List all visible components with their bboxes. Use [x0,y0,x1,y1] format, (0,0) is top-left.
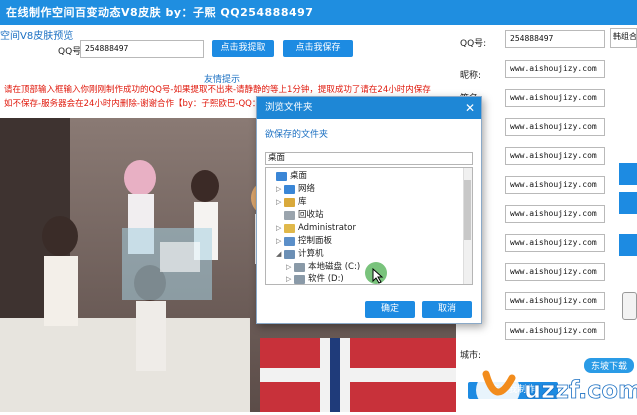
uzzf-watermark-logo: uzzf.com 东坡下载 [468,352,637,412]
url-field-5[interactable]: www.aishoujizy.com [505,176,605,194]
user-folder-icon [284,223,295,233]
tree-item-network[interactable]: ▷ 网络 [276,183,315,195]
tree-item-computer[interactable]: ◢ 计算机 [276,248,324,260]
tree-item-drive-d[interactable]: ▷ 软件 (D:) [286,273,344,284]
url-field-1[interactable]: www.aishoujizy.com [505,60,605,78]
dialog-titlebar: 浏览文件夹 ✕ [257,97,481,119]
tree-scrollbar[interactable] [463,168,472,284]
close-icon[interactable]: ✕ [465,97,475,119]
url-field-6[interactable]: www.aishoujizy.com [505,205,605,223]
qq-input[interactable]: 254888497 [80,40,204,58]
dialog-title: 浏览文件夹 [265,102,313,113]
skin-preview-link[interactable]: 空间V8皮肤预览 [0,27,73,42]
side-action-button-3[interactable] [619,234,637,256]
tree-item-recycle-bin[interactable]: 回收站 [276,209,324,221]
ok-button[interactable]: 确定 [365,301,415,318]
save-button[interactable]: 点击我保存 [283,40,353,57]
recycle-bin-icon [284,210,295,220]
tree-item-administrator[interactable]: ▷ Administrator [276,222,356,234]
region-select[interactable]: 韩组合 [610,28,637,48]
computer-icon [284,249,295,259]
url-field-9[interactable]: www.aishoujizy.com [505,292,605,310]
url-field-4[interactable]: www.aishoujizy.com [505,147,605,165]
right-qq-label: QQ号: [460,39,487,49]
window-title: 在线制作空间百变动态V8皮肤 by：子熙 QQ254888497 [0,0,637,25]
mouse-cursor-icon [372,268,384,284]
url-field-8[interactable]: www.aishoujizy.com [505,263,605,281]
app-badge-icon [622,292,637,320]
dialog-prompt: 欲保存的文件夹 [265,130,329,140]
tree-item-drive-c[interactable]: ▷ 本地磁盘 (C:) [286,261,360,273]
tree-scrollbar-thumb[interactable] [464,180,471,240]
side-action-button-1[interactable] [619,163,637,185]
library-icon [284,197,295,207]
control-panel-icon [284,236,295,246]
right-nickname-label: 昵称: [460,71,482,81]
fetch-button[interactable]: 点击我提取 [212,40,274,57]
url-field-10[interactable]: www.aishoujizy.com [505,322,605,340]
side-action-button-2[interactable] [619,192,637,214]
right-qq-input[interactable]: 254888497 [505,30,605,48]
notice-line-1: 请在顶部输入框输入你刚刚制作成功的QQ号-如果提取不出来-请静静的等上1分钟，提… [4,85,431,95]
svg-text:东坡下载: 东坡下载 [591,360,627,372]
drive-d-icon [294,274,305,284]
drive-c-icon [294,262,305,272]
url-field-7[interactable]: www.aishoujizy.com [505,234,605,252]
url-field-2[interactable]: www.aishoujizy.com [505,89,605,107]
url-field-3[interactable]: www.aishoujizy.com [505,118,605,136]
folder-path-field[interactable]: 桌面 [265,152,473,165]
tree-item-control-panel[interactable]: ▷ 控制面板 [276,235,332,247]
svg-text:uzzf.com: uzzf.com [524,376,637,404]
network-icon [284,184,295,194]
desktop-icon [276,171,287,181]
cancel-button[interactable]: 取消 [422,301,472,318]
tree-item-desktop[interactable]: 桌面 [268,170,307,182]
browse-folder-dialog: 浏览文件夹 ✕ 欲保存的文件夹 桌面 桌面 ▷ 网络 ▷ 库 回收站 ▷ Adm… [256,96,482,324]
tree-item-library[interactable]: ▷ 库 [276,196,307,208]
